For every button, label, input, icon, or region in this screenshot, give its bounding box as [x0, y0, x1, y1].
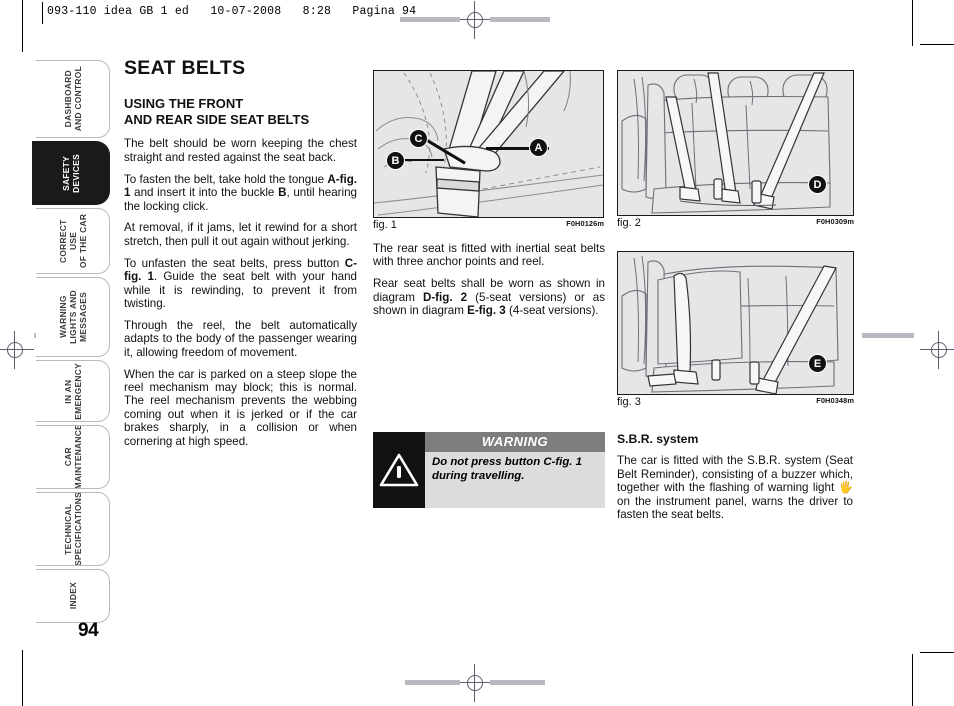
figure-3-caption: fig. 3 F0H0348m	[617, 396, 854, 408]
trim-line-right-bottom	[920, 652, 954, 653]
paragraph-6: When the car is parked on a steep slope …	[124, 367, 357, 448]
figure-2-number: fig. 2	[617, 217, 641, 229]
warning-triangle-icon	[373, 432, 425, 508]
figure-3-number: fig. 3	[617, 396, 641, 408]
sbr-heading: S.B.R. system	[617, 432, 699, 446]
paragraph-1: The car is fitted with the S.B.R. system…	[617, 454, 853, 522]
seat-belt-buckle-illustration	[374, 71, 603, 217]
sidebar-tab-car-maintenance[interactable]: CAR MAINTENANCE	[36, 425, 110, 489]
print-header: 093-110 idea GB 1 ed 10-07-2008 8:28 Pag…	[47, 5, 417, 18]
section-subtitle: USING THE FRONT AND REAR SIDE SEAT BELTS	[124, 96, 310, 127]
figure-1-callout-c: C	[409, 129, 428, 148]
registration-mark-left	[0, 331, 34, 369]
registration-mark-bottom	[456, 664, 494, 702]
page-title: SEAT BELTS	[124, 57, 246, 79]
sidebar-tab-warning-lights-and-messages[interactable]: WARNING LIGHTS AND MESSAGES	[36, 277, 110, 357]
warning-triangle-glyph	[379, 453, 419, 487]
sidebar-tab-dashboard-and-control[interactable]: DASHBOARD AND CONTROL	[36, 60, 110, 138]
sidebar-tab-safety-devices[interactable]: SAFETY DEVICES	[32, 141, 110, 205]
trim-line-right	[912, 0, 913, 46]
paragraph-1: The rear seat is fitted with inertial se…	[373, 242, 605, 269]
figure-1-number: fig. 1	[373, 219, 397, 231]
sidebar-tab-label: INDEX	[67, 582, 78, 610]
sidebar-tab-technical-specifications[interactable]: TECHNICAL SPECIFICATIONS	[36, 492, 110, 566]
warning-body: WARNING Do not press button C-fig. 1 dur…	[425, 432, 605, 508]
figure-2-image: D	[617, 70, 854, 216]
registration-mark-top	[456, 1, 494, 39]
paragraph-4: To unfasten the seat belts, press button…	[124, 256, 357, 310]
figure-1-leader-b	[404, 159, 444, 161]
trim-line-left	[22, 0, 23, 52]
section-tab-list: DASHBOARD AND CONTROL SAFETY DEVICES CORRE…	[32, 60, 110, 626]
figure-2: D fig. 2 F0H0309m	[617, 70, 854, 229]
paragraph-1: The belt should be worn keeping the ches…	[124, 137, 357, 164]
figure-2-code: F0H0309m	[816, 217, 854, 226]
trim-line-right-top	[920, 44, 954, 45]
figure-1-callout-b: B	[386, 151, 405, 170]
registration-bar-bottom-left	[405, 680, 460, 685]
warning-title: WARNING	[425, 432, 605, 452]
header-rule	[42, 2, 43, 24]
figure-1: A B C fig. 1 F0H0126m	[373, 70, 604, 231]
registration-bar-bottom-right	[490, 680, 545, 685]
sidebar-tab-label: CORRECT USE OF THE CAR	[57, 213, 88, 269]
trim-line-right-lower	[912, 654, 913, 706]
registration-bar-right	[862, 333, 914, 338]
figure-2-callout-d: D	[808, 175, 827, 194]
sidebar-tab-correct-use-of-the-car[interactable]: CORRECT USE OF THE CAR	[36, 208, 110, 274]
figure-2-caption: fig. 2 F0H0309m	[617, 217, 854, 229]
figure-3: E fig. 3 F0H0348m	[617, 251, 854, 408]
page-number: 94	[78, 620, 99, 641]
figure-1-image: A B C	[373, 70, 604, 218]
sidebar-tab-label: IN AN EMERGENCY	[62, 362, 83, 420]
sidebar-tab-in-an-emergency[interactable]: IN AN EMERGENCY	[36, 360, 110, 422]
paragraph-2: To fasten the belt, take hold the tongue…	[124, 172, 357, 213]
left-text-column: SEAT BELTS USING THE FRONT AND REAR SIDE …	[124, 57, 357, 448]
warning-box: WARNING Do not press button C-fig. 1 dur…	[373, 432, 605, 508]
figure-1-code: F0H0126m	[566, 219, 604, 228]
sidebar-tab-label: CAR MAINTENANCE	[62, 425, 83, 489]
figure-3-code: F0H0348m	[816, 396, 854, 405]
right-paragraphs: The car is fitted with the S.B.R. system…	[617, 454, 853, 521]
sidebar-tab-label: DASHBOARD AND CONTROL	[62, 66, 83, 132]
middle-paragraphs: The rear seat is fitted with inertial se…	[373, 242, 605, 318]
registration-mark-right	[920, 331, 954, 369]
sidebar-tab-label: SAFETY DEVICES	[60, 153, 81, 193]
manual-page: 093-110 idea GB 1 ed 10-07-2008 8:28 Pag…	[0, 0, 954, 706]
sidebar-tab-label: WARNING LIGHTS AND MESSAGES	[57, 290, 88, 344]
paragraph-2: Rear seat belts shall be worn as shown i…	[373, 277, 606, 318]
registration-bar-top-right	[490, 17, 550, 22]
sidebar-tab-index[interactable]: INDEX	[36, 569, 110, 623]
trim-line-left-lower	[22, 650, 23, 706]
left-paragraphs: The belt should be worn keeping the ches…	[124, 137, 357, 448]
sidebar-tab-label: TECHNICAL SPECIFICATIONS	[62, 492, 83, 566]
paragraph-5: Through the reel, the belt automatically…	[124, 318, 357, 359]
paragraph-3: At removal, if it jams, let it rewind fo…	[124, 221, 357, 248]
figure-1-caption: fig. 1 F0H0126m	[373, 219, 604, 231]
warning-text: Do not press button C-fig. 1 during trav…	[432, 456, 582, 482]
figure-1-callout-a: A	[529, 138, 548, 157]
figure-3-callout-e: E	[808, 354, 827, 373]
figure-3-image: E	[617, 251, 854, 395]
